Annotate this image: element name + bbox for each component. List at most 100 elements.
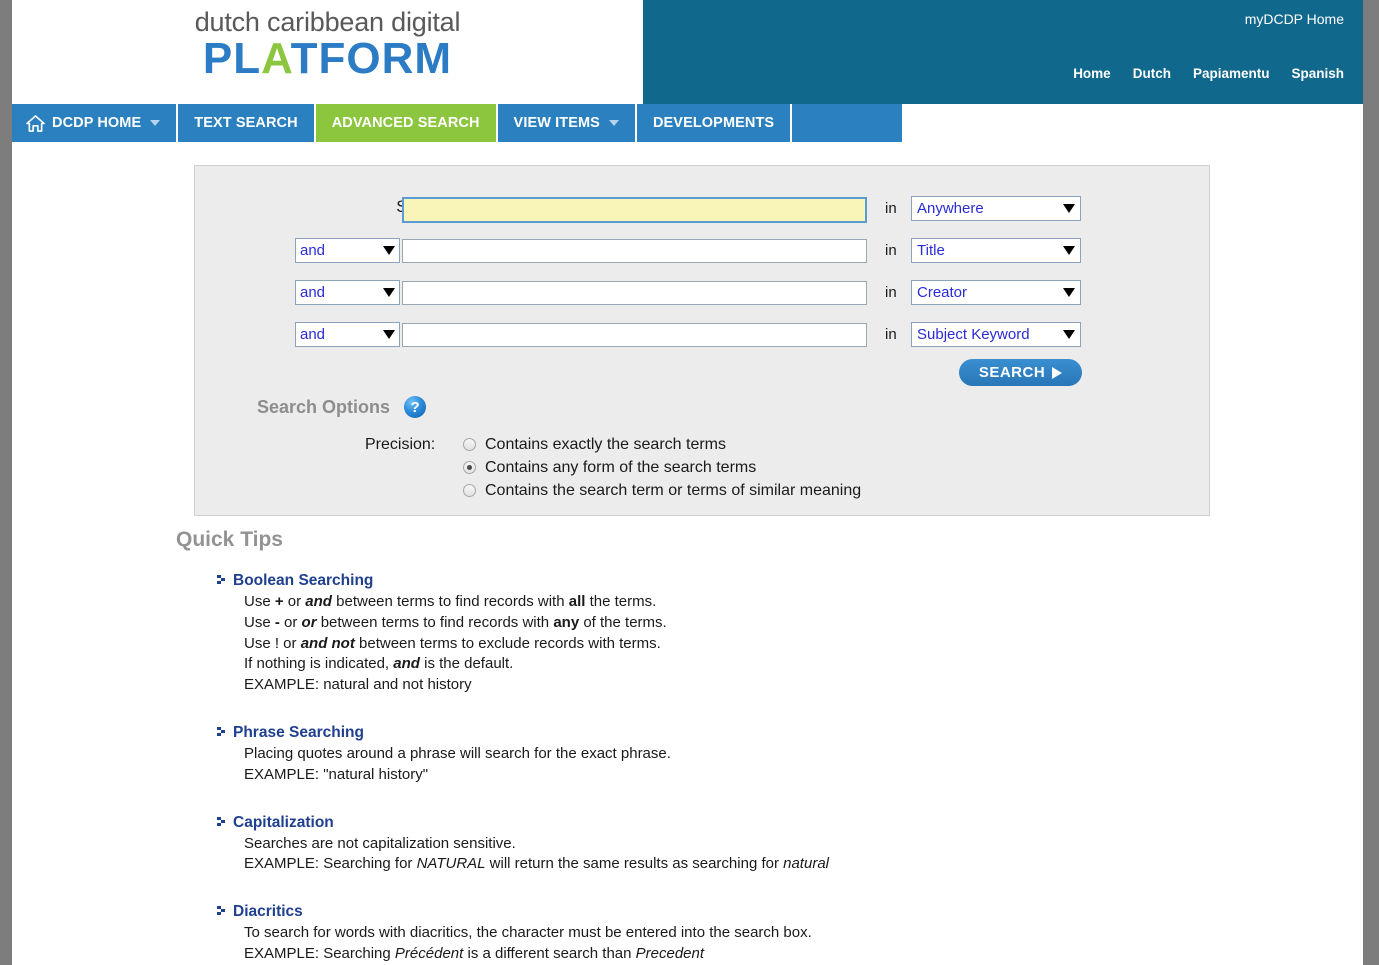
home-icon	[26, 114, 45, 132]
main-navigation: DCDP HOME TEXT SEARCH ADVANCED SEARCH VI…	[12, 104, 902, 142]
arrow-bullet-icon	[217, 906, 225, 916]
search-input-row4[interactable]	[402, 323, 867, 347]
site-header: dutch caribbean digital PLATFORM myDCDP …	[12, 0, 1363, 104]
tip-line: If nothing is indicated, and is the defa…	[244, 655, 514, 673]
tip-line: To search for words with diacritics, the…	[244, 924, 812, 942]
tip-title: Phrase Searching	[233, 723, 364, 741]
boolean-select-row4[interactable]: and	[295, 322, 400, 347]
tip-title-row: Phrase Searching	[217, 724, 1176, 742]
logo-word-post: TFORM	[290, 33, 453, 83]
tip-line: Use - or or between terms to find record…	[244, 613, 667, 631]
chevron-down-icon	[383, 246, 395, 255]
search-options-label: Search Options	[257, 396, 391, 417]
tip-line: EXAMPLE: natural and not history	[244, 676, 472, 694]
precision-option-similar-label: Contains the search term or terms of sim…	[485, 481, 862, 499]
in-label-row4: in	[885, 326, 897, 343]
field-select-row2-value: Title	[917, 242, 945, 259]
tip-line: Use + or and between terms to find recor…	[244, 593, 657, 610]
nav-label-text-search: TEXT SEARCH	[194, 115, 298, 131]
tip-title: Capitalization	[233, 813, 334, 831]
lang-link-home[interactable]: Home	[1073, 66, 1111, 81]
tip-line: EXAMPLE: Searching Précédent is a differ…	[244, 944, 705, 962]
search-input-row3[interactable]	[402, 281, 867, 305]
field-select-row3[interactable]: Creator	[911, 280, 1081, 305]
search-button[interactable]: SEARCH	[959, 359, 1082, 386]
arrow-bullet-icon	[217, 816, 225, 826]
site-logo[interactable]: dutch caribbean digital PLATFORM	[12, 0, 643, 104]
precision-option-anyform[interactable]: Contains any form of the search terms	[463, 456, 861, 479]
advanced-search-panel: Search for: and and and in in in in Anyw…	[194, 165, 1210, 516]
field-select-row2[interactable]: Title	[911, 238, 1081, 263]
nav-item-advanced-search[interactable]: ADVANCED SEARCH	[315, 104, 498, 142]
chevron-down-icon	[1063, 330, 1075, 339]
lang-link-spanish[interactable]: Spanish	[1291, 66, 1344, 81]
precision-radio-group: Contains exactly the search terms Contai…	[463, 433, 861, 502]
tip-line: Use ! or and not between terms to exclud…	[244, 634, 661, 652]
tip-title-row: Diacritics	[217, 903, 1176, 921]
precision-option-anyform-label: Contains any form of the search terms	[485, 458, 757, 476]
boolean-select-row3[interactable]: and	[295, 280, 400, 305]
search-input-row2[interactable]	[402, 239, 867, 263]
logo-word-a: A	[261, 33, 291, 83]
tip-title: Boolean Searching	[233, 572, 374, 589]
precision-option-exact-label: Contains exactly the search terms	[485, 435, 726, 453]
help-icon[interactable]: ?	[404, 396, 427, 418]
search-options-heading: Search Options ?	[257, 396, 427, 418]
logo-word-pre: PL	[202, 33, 262, 83]
quick-tips-section: Quick Tips Boolean Searching Use + or an…	[176, 528, 1176, 965]
logo-wordmark: PLATFORM	[202, 33, 453, 83]
field-select-row4-value: Subject Keyword	[917, 326, 1030, 343]
tip-phrase-searching: Phrase Searching Placing quotes around a…	[217, 724, 1176, 786]
boolean-select-row2-value: and	[300, 242, 326, 259]
field-select-row4[interactable]: Subject Keyword	[911, 322, 1081, 347]
chevron-down-icon	[608, 120, 619, 126]
nav-item-developments[interactable]: DEVELOPMENTS	[636, 104, 793, 142]
lang-link-dutch[interactable]: Dutch	[1133, 66, 1171, 81]
boolean-select-row3-value: and	[300, 284, 326, 301]
radio-icon[interactable]	[463, 484, 476, 497]
in-label-row1: in	[885, 200, 897, 217]
chevron-down-icon	[383, 330, 395, 339]
chevron-down-icon	[1063, 246, 1075, 255]
precision-option-exact[interactable]: Contains exactly the search terms	[463, 433, 861, 456]
search-button-label: SEARCH	[978, 364, 1046, 381]
chevron-down-icon	[1063, 288, 1075, 297]
quick-tips-heading: Quick Tips	[176, 528, 283, 551]
nav-label-view-items: VIEW ITEMS	[513, 115, 600, 131]
radio-icon-selected[interactable]	[463, 461, 476, 474]
field-select-row1-value: Anywhere	[917, 200, 984, 217]
tip-capitalization: Capitalization Searches are not capitali…	[217, 814, 1176, 876]
nav-item-text-search[interactable]: TEXT SEARCH	[178, 104, 316, 142]
tip-line: Searches are not capitalization sensitiv…	[244, 834, 516, 852]
nav-item-dcdp-home[interactable]: DCDP HOME	[12, 104, 179, 142]
search-input-row1[interactable]	[402, 197, 867, 223]
in-label-row2: in	[885, 242, 897, 259]
tip-title: Diacritics	[233, 903, 303, 921]
lang-link-papiamentu[interactable]: Papiamentu	[1193, 66, 1270, 81]
precision-label: Precision:	[365, 436, 436, 453]
tip-title-row: Capitalization	[217, 814, 1176, 832]
tip-boolean-searching: Boolean Searching Use + or and between t…	[217, 572, 1176, 696]
tip-line: Placing quotes around a phrase will sear…	[244, 744, 671, 762]
precision-option-similar[interactable]: Contains the search term or terms of sim…	[463, 479, 861, 502]
page-root: dutch caribbean digital PLATFORM myDCDP …	[12, 0, 1363, 965]
tip-line: EXAMPLE: Searching for NATURAL will retu…	[244, 855, 829, 873]
nav-item-view-items[interactable]: VIEW ITEMS	[497, 104, 637, 142]
chevron-down-icon	[383, 288, 395, 297]
in-label-row3: in	[885, 284, 897, 301]
mydcdp-home-link[interactable]: myDCDP Home	[1245, 11, 1344, 27]
nav-label-dcdp-home: DCDP HOME	[52, 115, 142, 131]
chevron-down-icon	[150, 120, 161, 126]
arrow-bullet-icon	[217, 575, 225, 584]
field-select-row3-value: Creator	[917, 284, 968, 301]
radio-icon[interactable]	[463, 438, 476, 451]
tip-title-row: Boolean Searching	[217, 572, 1176, 590]
field-select-row1[interactable]: Anywhere	[911, 196, 1081, 221]
boolean-select-row4-value: and	[300, 326, 326, 343]
nav-label-developments: DEVELOPMENTS	[652, 115, 775, 131]
nav-label-advanced-search: ADVANCED SEARCH	[331, 115, 480, 131]
boolean-select-row2[interactable]: and	[295, 238, 400, 263]
chevron-down-icon	[1063, 204, 1075, 213]
arrow-bullet-icon	[217, 726, 225, 736]
tip-diacritics: Diacritics To search for words with diac…	[217, 903, 1176, 965]
